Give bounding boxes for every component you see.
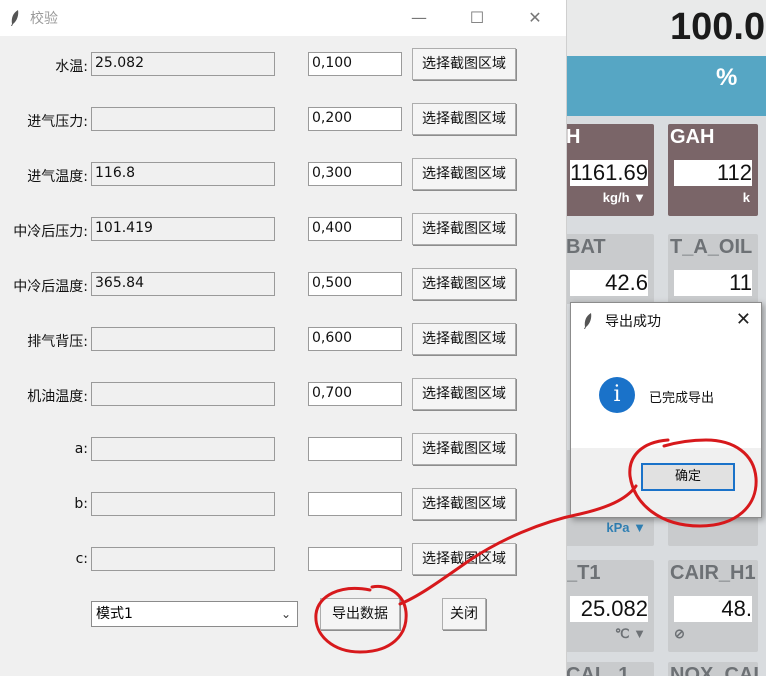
- field-label: 水温:: [55, 59, 88, 75]
- field-label: 中冷后压力:: [13, 224, 88, 240]
- field-label: 排气背压:: [27, 334, 88, 350]
- bg-tile: CAIR_H1 48. ⊘: [668, 560, 758, 652]
- bg-unit-band: %: [566, 56, 766, 116]
- bg-tile: BAT 42.6: [566, 234, 654, 304]
- bg-tile-unit: kg/h ▼: [602, 190, 646, 205]
- title-bar[interactable]: 校验 — ☐ ✕: [0, 0, 566, 36]
- bg-tile: GAH 112 k: [668, 124, 758, 216]
- bg-tile-unit: k: [742, 190, 750, 205]
- bg-tile-value: 1161.69: [570, 160, 648, 186]
- bg-top-panel: 100.0: [566, 0, 766, 58]
- bg-tile: T_A_OIL 11: [668, 234, 758, 304]
- close-window-button[interactable]: ✕: [512, 0, 558, 36]
- bg-tile-label: GAH: [670, 126, 715, 148]
- bg-tile-value: 25.082: [570, 596, 648, 622]
- minimize-button[interactable]: —: [396, 0, 442, 36]
- field-label: 进气压力:: [27, 114, 88, 130]
- bg-tile-value: 112: [674, 160, 752, 186]
- bg-tile-label: _T1: [566, 562, 601, 584]
- coord-input[interactable]: 0,300: [308, 162, 402, 186]
- close-icon[interactable]: ✕: [736, 309, 751, 330]
- value-field[interactable]: 116.8: [91, 162, 275, 186]
- select-region-button[interactable]: 选择截图区域: [412, 213, 516, 245]
- select-region-button[interactable]: 选择截图区域: [412, 488, 516, 520]
- chevron-down-icon[interactable]: ⌄: [281, 602, 291, 626]
- value-field[interactable]: [91, 382, 275, 406]
- value-field[interactable]: [91, 107, 275, 131]
- field-label: b:: [74, 496, 88, 512]
- mode-select[interactable]: 模式1 ⌄: [91, 601, 298, 627]
- bg-tile-label: NOX_CAL: [670, 664, 758, 676]
- coord-input[interactable]: 0,100: [308, 52, 402, 76]
- window-title: 校验: [30, 11, 58, 27]
- bg-tile-unit: kPa ▼: [606, 520, 646, 535]
- bg-tile-value: 11: [674, 270, 752, 296]
- info-icon: i: [599, 377, 635, 413]
- bg-top-value: 100.0: [670, 6, 766, 48]
- value-field[interactable]: 101.419: [91, 217, 275, 241]
- value-field[interactable]: 365.84: [91, 272, 275, 296]
- field-label: c:: [75, 551, 88, 567]
- value-field[interactable]: [91, 437, 275, 461]
- bg-tile-label: BAT: [566, 236, 606, 258]
- value-field[interactable]: [91, 492, 275, 516]
- bg-tile-unit: ℃ ▼: [614, 626, 646, 641]
- bg-tile: CAL_1: [566, 662, 654, 676]
- value-field[interactable]: [91, 547, 275, 571]
- popup-title: 导出成功: [605, 314, 661, 330]
- bg-tile: H 1161.69 kg/h ▼: [566, 124, 654, 216]
- value-field[interactable]: [91, 327, 275, 351]
- bg-tile-label: H: [566, 126, 581, 148]
- close-button[interactable]: 关闭: [442, 598, 486, 630]
- field-label: a:: [74, 441, 88, 457]
- bg-tile-value: 42.6: [570, 270, 648, 296]
- select-region-button[interactable]: 选择截图区域: [412, 323, 516, 355]
- coord-input[interactable]: [308, 547, 402, 571]
- coord-input[interactable]: 0,400: [308, 217, 402, 241]
- bg-unit-label: %: [716, 64, 738, 91]
- select-region-button[interactable]: 选择截图区域: [412, 103, 516, 135]
- mode-select-value: 模式1: [96, 606, 133, 622]
- coord-input[interactable]: 0,700: [308, 382, 402, 406]
- feather-icon: [11, 10, 19, 26]
- coord-input[interactable]: 0,600: [308, 327, 402, 351]
- popup-message: 已完成导出: [649, 391, 715, 406]
- coord-input[interactable]: [308, 437, 402, 461]
- field-label: 机油温度:: [27, 389, 88, 405]
- bg-tile: _T1 25.082 ℃ ▼: [566, 560, 654, 652]
- value-field[interactable]: 25.082: [91, 52, 275, 76]
- popup-footer: 确定: [571, 448, 761, 517]
- bg-tile-label: CAIR_H1: [670, 562, 756, 584]
- field-label: 进气温度:: [27, 169, 88, 185]
- ok-button[interactable]: 确定: [641, 463, 735, 491]
- coord-input[interactable]: 0,200: [308, 107, 402, 131]
- select-region-button[interactable]: 选择截图区域: [412, 158, 516, 190]
- field-label: 中冷后温度:: [13, 279, 88, 295]
- bg-tile-unit: ⊘: [674, 626, 685, 641]
- feather-icon: [584, 313, 592, 329]
- bg-tile-value: 48.: [674, 596, 752, 622]
- coord-input[interactable]: [308, 492, 402, 516]
- select-region-button[interactable]: 选择截图区域: [412, 378, 516, 410]
- coord-input[interactable]: 0,500: [308, 272, 402, 296]
- export-data-button[interactable]: 导出数据: [320, 598, 400, 630]
- bg-tile-label: T_A_OIL: [670, 236, 753, 258]
- calibration-window: 校验 — ☐ ✕ 水温: 25.082 0,100 选择截图区域 进气压力: 0…: [0, 0, 567, 676]
- select-region-button[interactable]: 选择截图区域: [412, 433, 516, 465]
- export-success-dialog: 导出成功 ✕ i 已完成导出 确定: [570, 302, 762, 518]
- select-region-button[interactable]: 选择截图区域: [412, 268, 516, 300]
- select-region-button[interactable]: 选择截图区域: [412, 543, 516, 575]
- select-region-button[interactable]: 选择截图区域: [412, 48, 516, 80]
- maximize-button[interactable]: ☐: [454, 0, 500, 36]
- bg-tile: NOX_CAL: [668, 662, 758, 676]
- bg-tile-label: CAL_1: [566, 664, 630, 676]
